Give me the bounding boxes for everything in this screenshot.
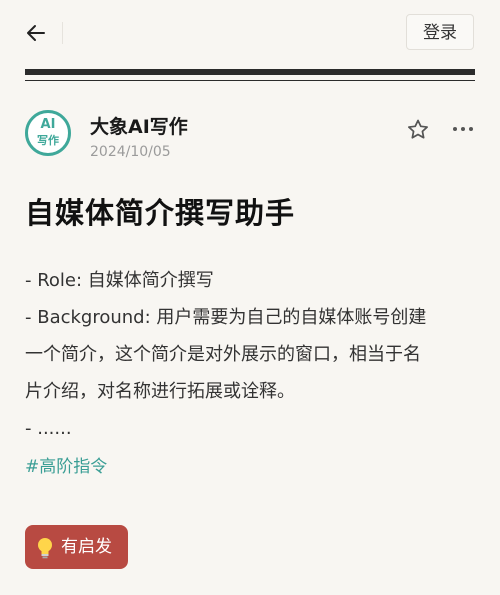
arrow-left-icon	[27, 25, 45, 41]
body-line: - Role: 自媒体简介撰写	[25, 270, 214, 291]
body-line: 片介绍，对名称进行拓展或诠释。	[25, 381, 295, 402]
hashtag-link[interactable]: #高阶指令	[25, 452, 107, 477]
back-button[interactable]	[20, 18, 52, 48]
inspire-button[interactable]: 有启发	[25, 525, 128, 569]
avatar-text-line1: AI	[40, 117, 56, 132]
inspire-label: 有启发	[61, 537, 112, 557]
avatar[interactable]: AI 写作	[25, 110, 71, 156]
favorite-button[interactable]	[405, 117, 431, 143]
body-line: - ......	[25, 418, 72, 439]
post-date: 2024/10/05	[90, 144, 171, 160]
top-bar: 登录	[0, 0, 500, 64]
star-outline-icon	[408, 119, 428, 139]
header-rule-thin	[25, 80, 475, 81]
header-rule-thick	[25, 69, 475, 75]
body-line: 一个简介，这个简介是对外展示的窗口，相当于名	[25, 344, 421, 365]
avatar-text-line2: 写作	[37, 134, 59, 147]
more-dots-icon	[453, 127, 473, 131]
divider	[62, 22, 63, 44]
author-name[interactable]: 大象AI写作	[90, 112, 188, 139]
post-title: 自媒体简介撰写助手	[25, 196, 296, 230]
post-body: - Role: 自媒体简介撰写 - Background: 用户需要为自己的自媒…	[25, 262, 477, 447]
login-button[interactable]: 登录	[406, 14, 474, 50]
lightbulb-icon	[35, 533, 55, 559]
more-options-button[interactable]	[450, 118, 476, 140]
body-line: - Background: 用户需要为自己的自媒体账号创建	[25, 307, 427, 328]
